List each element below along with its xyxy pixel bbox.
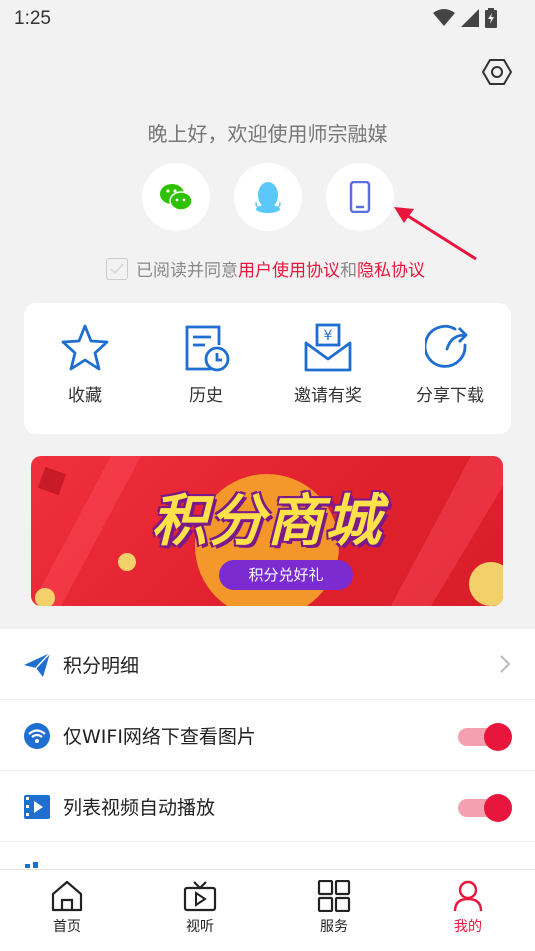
home-icon bbox=[51, 880, 83, 912]
status-icons bbox=[433, 8, 497, 28]
wifi-icon bbox=[24, 723, 50, 749]
gear-icon bbox=[481, 59, 513, 85]
toggle-knob bbox=[484, 794, 512, 822]
settings-button[interactable] bbox=[481, 57, 513, 87]
quick-action-invite[interactable]: ¥ 邀请有奖 bbox=[278, 323, 378, 406]
agreement-prefix: 已阅读并同意 bbox=[136, 261, 238, 281]
autoplay-video-toggle[interactable] bbox=[458, 793, 512, 822]
tv-icon bbox=[183, 881, 217, 912]
points-mall-banner[interactable]: 积分商城 积分兑好礼 bbox=[31, 456, 503, 606]
quick-action-label: 收藏 bbox=[68, 386, 102, 406]
banner-title: 积分商城 bbox=[151, 489, 383, 554]
quick-action-favorites[interactable]: 收藏 bbox=[35, 323, 135, 406]
user-icon bbox=[453, 880, 483, 912]
qq-icon bbox=[255, 182, 281, 213]
settings-list: 积分明细 仅WIFI网络下查看图片 列表视频自动播放 bbox=[0, 629, 535, 869]
agreement-row: 已阅读并同意 用户使用协议 和 隐私协议 bbox=[106, 256, 425, 281]
quick-action-history[interactable]: 历史 bbox=[156, 323, 256, 406]
quick-action-label: 历史 bbox=[189, 386, 223, 406]
quick-action-label: 分享下载 bbox=[416, 386, 484, 406]
star-icon bbox=[61, 324, 109, 371]
tab-label: 首页 bbox=[53, 919, 81, 935]
video-icon bbox=[24, 795, 50, 819]
status-time: 1:25 bbox=[14, 8, 51, 29]
quick-action-share[interactable]: 分享下载 bbox=[400, 323, 500, 406]
battery-icon bbox=[485, 8, 497, 28]
qq-login-button[interactable] bbox=[234, 163, 302, 231]
partial-row bbox=[0, 842, 535, 869]
invite-icon: ¥ bbox=[304, 323, 352, 372]
phone-icon bbox=[349, 181, 371, 213]
share-icon bbox=[425, 324, 468, 368]
tab-av[interactable]: 视听 bbox=[160, 880, 240, 936]
quick-action-label: 邀请有奖 bbox=[294, 386, 362, 406]
wechat-icon bbox=[160, 184, 193, 211]
agreement-and: 和 bbox=[340, 261, 357, 281]
check-icon bbox=[110, 262, 124, 274]
toggle-knob bbox=[484, 723, 512, 751]
tab-mine[interactable]: 我的 bbox=[428, 880, 508, 936]
banner-subtitle: 积分兑好礼 bbox=[219, 560, 353, 590]
grid-icon bbox=[317, 880, 351, 912]
quick-actions-card: 收藏 历史 ¥ 邀请有奖 分享下载 bbox=[24, 303, 511, 434]
user-agreement-link[interactable]: 用户使用协议 bbox=[238, 256, 340, 281]
points-detail-row[interactable]: 积分明细 bbox=[0, 629, 535, 700]
status-bar: 1:25 bbox=[0, 0, 535, 38]
cell-signal-icon bbox=[461, 9, 479, 27]
tab-label: 服务 bbox=[320, 919, 348, 935]
privacy-policy-link[interactable]: 隐私协议 bbox=[357, 256, 425, 281]
wechat-login-button[interactable] bbox=[142, 163, 210, 231]
wifi-images-toggle[interactable] bbox=[458, 722, 512, 751]
paper-plane-icon bbox=[24, 652, 51, 677]
wifi-images-row: 仅WIFI网络下查看图片 bbox=[0, 700, 535, 771]
chevron-right-icon bbox=[500, 655, 511, 673]
row-label: 积分明细 bbox=[63, 655, 140, 677]
autoplay-video-row: 列表视频自动播放 bbox=[0, 771, 535, 842]
tab-services[interactable]: 服务 bbox=[294, 880, 374, 936]
bottom-tab-bar: 首页 视听 服务 我的 bbox=[0, 869, 535, 951]
greeting-text: 晚上好，欢迎使用师宗融媒 bbox=[147, 122, 388, 146]
tab-label: 视听 bbox=[186, 919, 214, 935]
row-label: 列表视频自动播放 bbox=[63, 797, 216, 819]
tab-home[interactable]: 首页 bbox=[27, 880, 107, 936]
tab-label: 我的 bbox=[454, 919, 482, 935]
partial-icon bbox=[25, 862, 38, 868]
wifi-signal-icon bbox=[433, 9, 455, 26]
phone-login-button[interactable] bbox=[326, 163, 394, 231]
agreement-checkbox[interactable] bbox=[106, 257, 128, 280]
row-label: 仅WIFI网络下查看图片 bbox=[63, 726, 256, 748]
history-icon bbox=[185, 325, 230, 372]
svg-text:¥: ¥ bbox=[324, 328, 333, 344]
